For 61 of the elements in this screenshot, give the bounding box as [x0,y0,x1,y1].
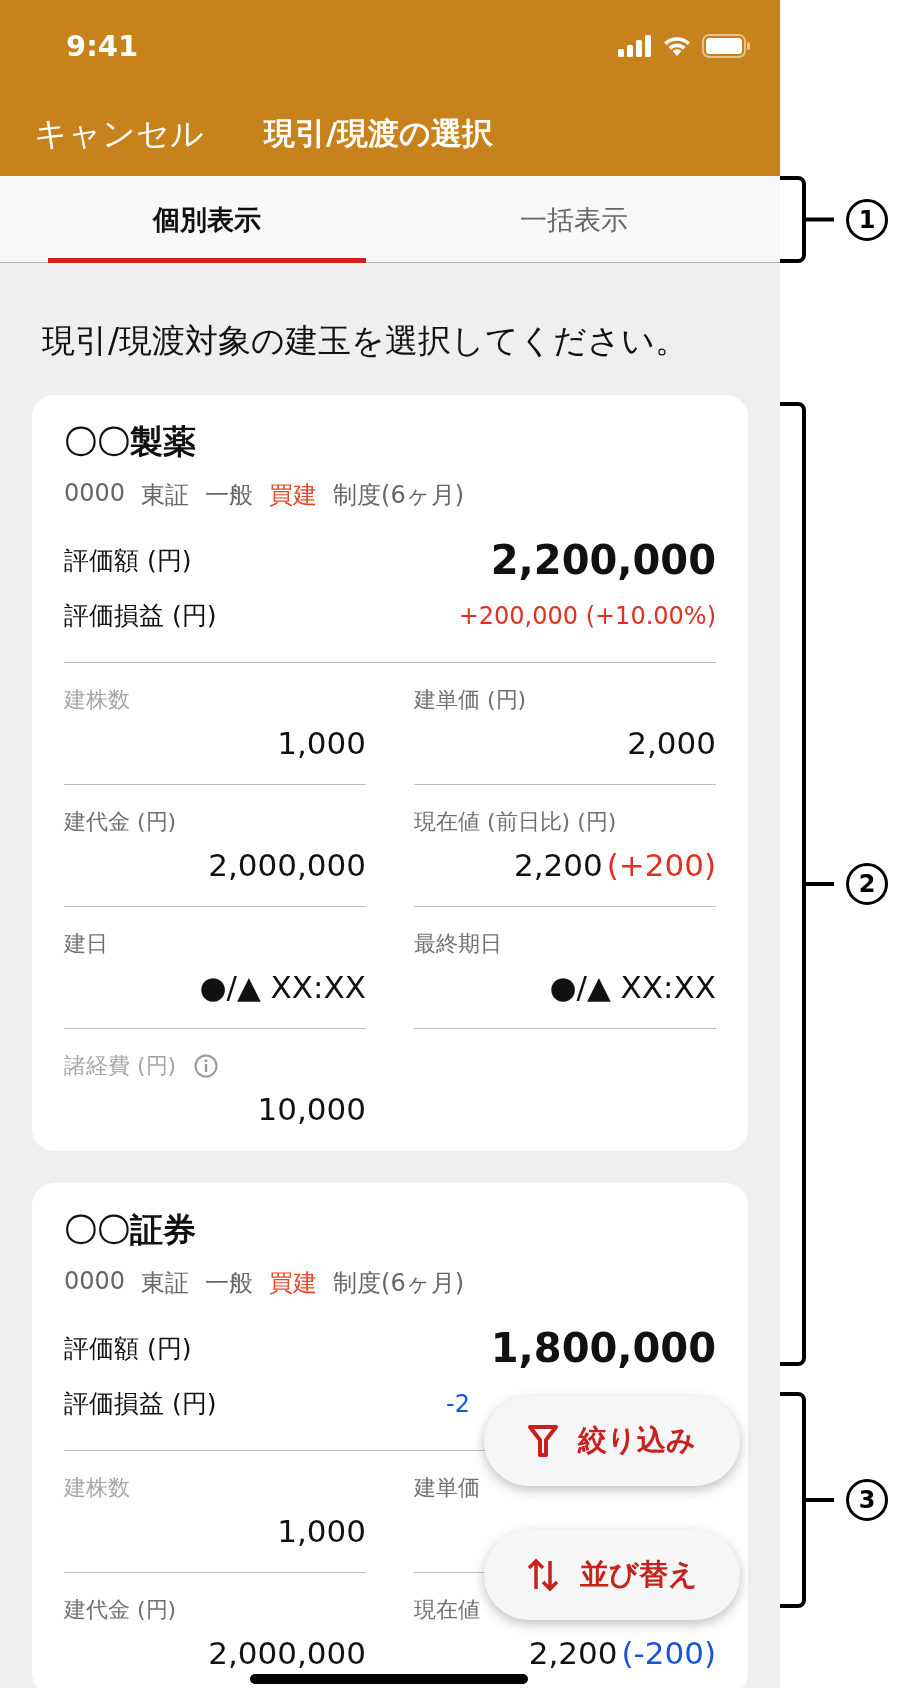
change-value: (+200) [606,847,716,883]
field-value: 2,000,000 [208,1635,366,1671]
instruction-text: 現引/現渡対象の建玉を選択してください。 [42,320,690,362]
field-label: 最終期日 [414,930,502,958]
callout-number: 2 [846,863,888,905]
field-label: 建日 [64,930,108,958]
filter-icon [528,1424,558,1458]
callout-number: 1 [846,198,888,241]
meta-text: 東証 [141,480,190,511]
meta-text: 一般 [205,1268,254,1299]
field-label: 建代金 (円) [64,808,177,836]
meta-text: 制度(6ヶ月) [333,1268,465,1299]
valuation-label: 評価額 (円) [64,544,192,577]
field-label: 諸経費 (円) [64,1052,177,1080]
field-label: 建株数 [64,1474,130,1502]
valuation-value: 2,200,000 [490,537,716,583]
signal-icon [618,35,652,57]
meta-text: 0000 [64,1267,126,1297]
field-value: 2,200 [528,1635,618,1671]
field-value: 1,000 [277,1513,366,1549]
view-tab[interactable]: 個別表示 [48,176,366,263]
filter-button[interactable]: 絞り込み [484,1396,740,1486]
meta-text: 0000 [64,479,126,509]
profit-label: 評価損益 (円) [64,1388,217,1420]
field-label: 現在値 (前日比) (円) [414,808,617,836]
meta-text: 東証 [141,1268,190,1299]
field-value: 1,000 [277,725,366,761]
info-icon[interactable] [194,1054,219,1078]
field-label: 建株数 [64,686,130,714]
field-value: 2,000 [627,725,716,761]
field-value: 10,000 [257,1091,366,1127]
field-label: 建代金 (円) [64,1596,177,1624]
callout-number: 3 [846,1479,888,1521]
stock-name: 〇〇製薬 [64,421,197,463]
meta-text: 制度(6ヶ月) [333,480,465,511]
valuation-label: 評価額 (円) [64,1332,192,1365]
side-tag: 買建 [269,1267,318,1299]
profit-value: -2 [446,1389,470,1418]
sort-button[interactable]: 並び替え [484,1530,740,1620]
sort-icon [526,1557,560,1593]
view-tab[interactable]: 一括表示 [415,176,733,263]
wifi-icon [662,35,692,57]
change-value: (-200) [621,1635,716,1671]
field-value: ●/▲ XX:XX [199,969,366,1005]
meta-text: 一般 [205,480,254,511]
field-label: 現在値 [414,1596,480,1624]
valuation-value: 1,800,000 [490,1325,716,1371]
status-time: 9:41 [66,29,139,63]
position-card[interactable]: 〇〇製薬 0000 東証 一般 買建 制度(6ヶ月) 評価額 (円) 2,200,000 評価損益 (円) +200,000 (+10.00%) 建株数 1,000 建単価 (円) 2,000 建代金 (円) 2,000,000 現在値 (前日比) (円) 2,200(+200) 建日 ●/▲ XX:XX 最終期日 ●/▲ XX:XX 諸経費 (円) 10,000 [32,395,748,1151]
screen-title: 現引/現渡の選択 [264,114,494,153]
battery-icon [702,34,750,58]
stock-name: 〇〇証券 [64,1209,197,1251]
cancel-button[interactable]: キャンセル [34,111,204,157]
field-label: 建単価 (円) [414,686,527,714]
field-value: 2,200 [513,847,603,883]
field-label: 建単価 [414,1474,480,1502]
field-value: 2,000,000 [208,847,366,883]
side-tag: 買建 [269,479,318,511]
field-value: ●/▲ XX:XX [549,969,716,1005]
profit-label: 評価損益 (円) [64,600,217,632]
profit-value: +200,000 (+10.00%) [458,601,716,630]
